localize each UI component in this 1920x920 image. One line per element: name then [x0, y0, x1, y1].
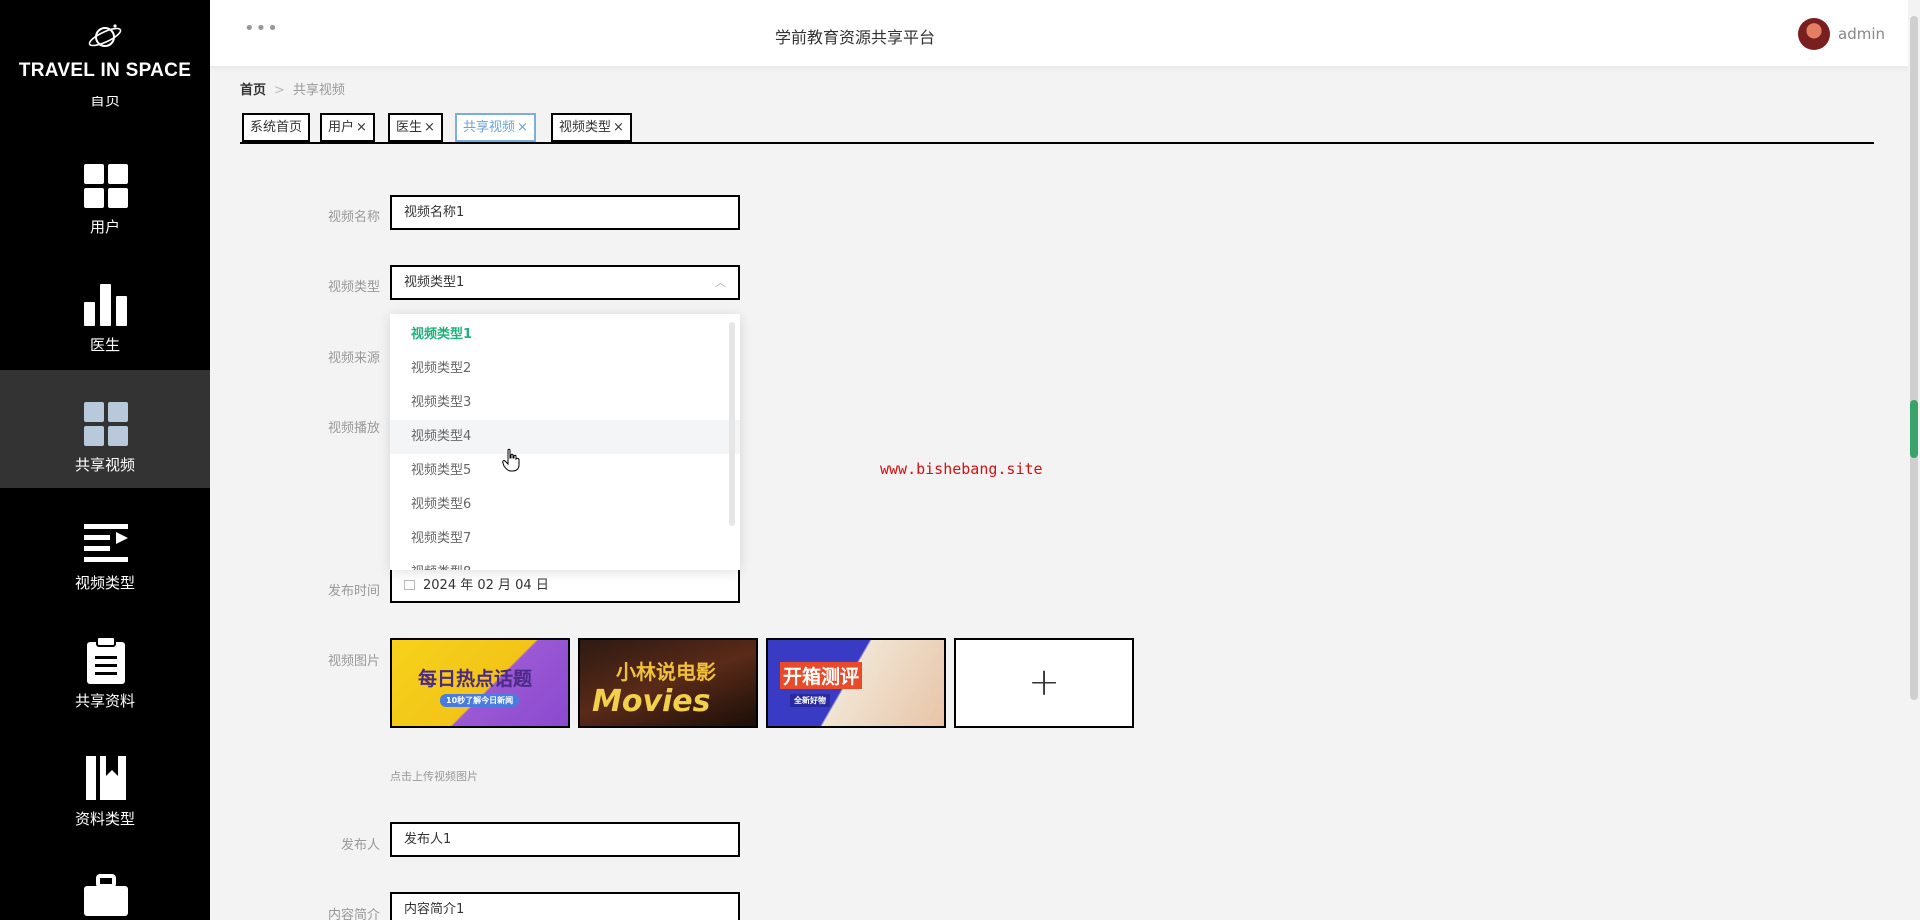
dropdown-option[interactable]: 视频类型2: [390, 352, 740, 386]
publisher-label: 发布人: [340, 838, 380, 853]
sidebar-item-material-type[interactable]: 资料类型: [0, 724, 210, 842]
dropdown-option[interactable]: 视频类型5: [390, 454, 740, 488]
bar-chart-icon: [84, 284, 127, 326]
video-image-label: 视频图片: [327, 654, 380, 669]
sidebar-item-video-type[interactable]: 视频类型: [0, 488, 210, 606]
tab-label: 医生: [396, 120, 423, 135]
tab-label: 用户: [328, 120, 355, 135]
video-thumbnail[interactable]: 小林说电影 Movies: [578, 638, 758, 728]
bookmark-icon: [86, 756, 126, 800]
tab-label: 系统首页: [250, 120, 303, 135]
brand-title: TRAVEL IN SPACE: [18, 60, 192, 81]
hand-pointer-icon: [502, 448, 520, 472]
tab-doctors[interactable]: 医生 ×: [388, 113, 443, 142]
sidebar-item-label: 资料类型: [74, 810, 135, 828]
publish-time-picker[interactable]: 2024 年 02 月 04 日: [390, 568, 740, 603]
thumbnail-subtitle: 全新好物: [790, 694, 830, 707]
watermark-text: www.bishebang.site: [880, 460, 1043, 478]
top-header: ••• 学前教育资源共享平台 admin: [210, 0, 1920, 66]
sidebar: TRAVEL IN SPACE 首页 用户 医生 共享视频 视频类型 共享资料 …: [0, 0, 210, 920]
dropdown-option[interactable]: 视频类型7: [390, 522, 740, 556]
breadcrumb-current: 共享视频: [292, 83, 345, 98]
sidebar-item-label: 视频类型: [74, 574, 135, 592]
video-source-label: 视频来源: [327, 351, 380, 366]
image-upload-button[interactable]: +: [954, 638, 1134, 728]
page-scrollbar-thumb[interactable]: [1910, 16, 1918, 700]
video-thumbnail[interactable]: 每日热点话题 10秒了解今日新闻: [390, 638, 570, 728]
sidebar-item-label: 共享资料: [74, 692, 135, 710]
sidebar-item-shared-material[interactable]: 共享资料: [0, 606, 210, 724]
publish-time-value: 2024 年 02 月 04 日: [423, 578, 549, 593]
dropdown-scrollbar[interactable]: [729, 322, 735, 526]
video-name-input[interactable]: 视频名称1: [390, 195, 740, 230]
sidebar-item-doctors[interactable]: 医生: [0, 250, 210, 368]
plus-icon: +: [1028, 660, 1060, 704]
video-name-label: 视频名称: [327, 210, 380, 225]
summary-label: 内容简介: [327, 908, 380, 920]
chevron-up-icon: ︿: [715, 276, 726, 289]
dropdown-option[interactable]: 视频类型4: [390, 420, 740, 454]
summary-input[interactable]: 内容简介1: [390, 892, 740, 920]
grid-icon: [84, 402, 128, 446]
thumbnail-title: 小林说电影: [616, 660, 716, 684]
close-icon[interactable]: ×: [356, 120, 367, 135]
tab-shared-video[interactable]: 共享视频 ×: [455, 113, 536, 142]
grid-icon: [84, 164, 128, 208]
admin-username[interactable]: admin: [1838, 25, 1885, 43]
publish-time-label: 发布时间: [327, 584, 380, 599]
close-icon[interactable]: ×: [517, 120, 528, 135]
publisher-input[interactable]: 发布人1: [390, 822, 740, 857]
calendar-icon: [404, 579, 415, 590]
dropdown-option[interactable]: 视频类型6: [390, 488, 740, 522]
breadcrumb-separator: >: [274, 83, 285, 98]
tab-label: 视频类型: [559, 120, 612, 135]
list-icon: [84, 524, 128, 562]
sidebar-item-home-clipped[interactable]: 首页: [0, 96, 210, 111]
breadcrumb-home[interactable]: 首页: [240, 83, 266, 98]
thumbnail-title: 开箱测评: [780, 662, 863, 689]
tab-video-type[interactable]: 视频类型 ×: [551, 113, 632, 142]
thumbnail-title: 每日热点话题: [418, 668, 533, 690]
brand: TRAVEL IN SPACE: [0, 20, 210, 82]
video-type-value: 视频类型1: [404, 275, 465, 290]
sidebar-item-label: 医生: [89, 336, 120, 354]
sidebar-item-label: 用户: [89, 218, 120, 236]
video-type-dropdown: 视频类型1 视频类型2 视频类型3 视频类型4 视频类型5 视频类型6 视频类型…: [390, 314, 740, 570]
planet-icon: [88, 24, 122, 47]
video-play-label: 视频播放: [327, 421, 380, 436]
page-scrollbar-indicator: [1910, 400, 1918, 458]
video-thumbnail[interactable]: 开箱测评 全新好物: [766, 638, 946, 728]
thumbnail-subtitle: 10秒了解今日新闻: [440, 694, 520, 707]
briefcase-icon: [84, 874, 128, 916]
breadcrumb: 首页 > 共享视频: [240, 79, 345, 98]
sidebar-item-users[interactable]: 用户: [0, 132, 210, 250]
platform-title: 学前教育资源共享平台: [774, 28, 935, 47]
thumbnail-subtitle: Movies: [592, 684, 711, 719]
dropdown-option[interactable]: 视频类型8: [390, 556, 740, 570]
avatar[interactable]: [1798, 18, 1830, 50]
clipboard-icon: [87, 636, 125, 684]
sidebar-item-more[interactable]: [0, 842, 210, 920]
tab-users[interactable]: 用户 ×: [320, 113, 375, 142]
tab-system-home[interactable]: 系统首页: [242, 113, 311, 142]
tab-label: 共享视频: [463, 120, 516, 135]
dropdown-option[interactable]: 视频类型3: [390, 386, 740, 420]
upload-hint: 点击上传视频图片: [390, 770, 478, 783]
sidebar-item-label: 共享视频: [74, 456, 135, 474]
video-type-label: 视频类型: [327, 280, 380, 295]
close-icon[interactable]: ×: [613, 120, 624, 135]
close-icon[interactable]: ×: [424, 120, 435, 135]
dropdown-option[interactable]: 视频类型1: [390, 318, 740, 352]
tab-bar: 系统首页 用户 × 医生 × 共享视频 × 视频类型 ×: [240, 108, 1874, 144]
sidebar-item-shared-video[interactable]: 共享视频: [0, 370, 210, 488]
video-type-select[interactable]: 视频类型1 ︿: [390, 265, 740, 300]
